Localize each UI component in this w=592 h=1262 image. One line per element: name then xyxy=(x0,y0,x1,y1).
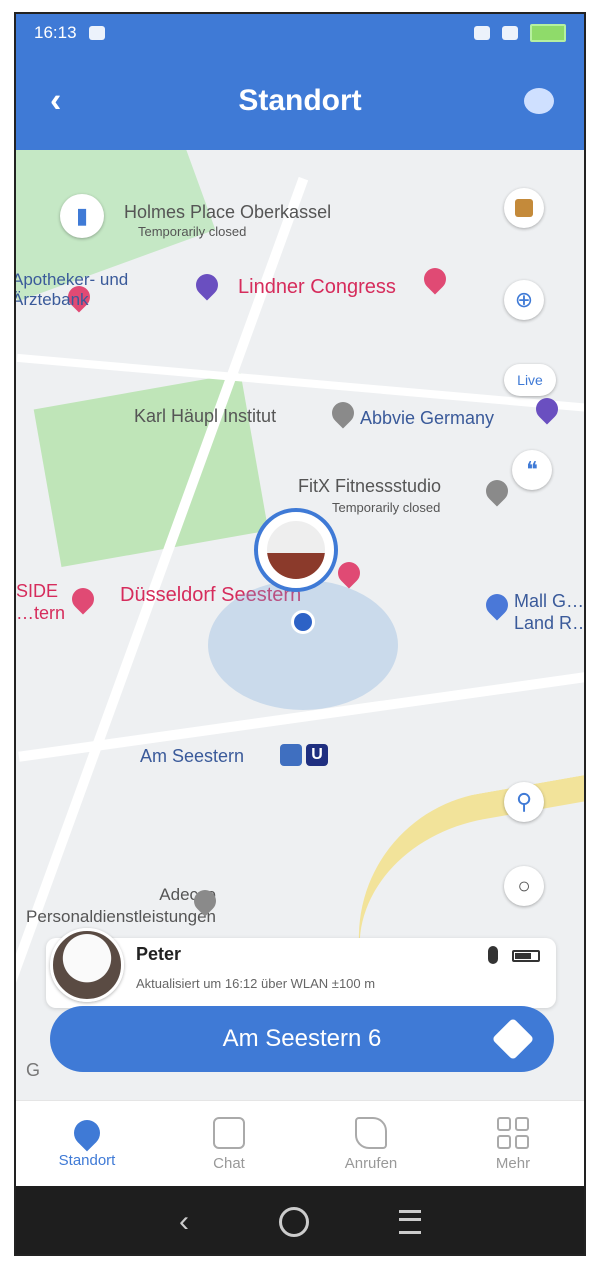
poi-pin-icon[interactable] xyxy=(481,589,513,621)
system-back-icon[interactable]: ‹ xyxy=(179,1205,189,1239)
tab-chat[interactable]: Chat xyxy=(158,1101,300,1187)
chat-icon xyxy=(213,1116,245,1149)
directions-icon[interactable] xyxy=(491,1017,535,1061)
notification-icon xyxy=(88,26,105,40)
poi-label[interactable]: Abbvie Germany xyxy=(360,408,494,429)
poi-pin-icon[interactable] xyxy=(481,475,513,507)
address-label: Am Seestern 6 xyxy=(222,1025,382,1052)
poi-label[interactable]: Lindner Congress xyxy=(238,276,396,299)
avatar xyxy=(267,521,325,579)
tab-label: Anrufen xyxy=(344,1154,398,1172)
highway xyxy=(335,763,584,963)
layers-icon[interactable] xyxy=(504,188,544,228)
signal-icon xyxy=(502,26,518,40)
google-logo: G xyxy=(26,1060,41,1080)
poi-pin-icon[interactable] xyxy=(327,397,359,429)
chat-bubble-icon[interactable] xyxy=(524,88,554,114)
poi-label[interactable]: Apotheker- und Ärztebank xyxy=(16,270,182,310)
status-bar: 16:13 xyxy=(16,14,584,52)
live-button[interactable]: Live xyxy=(504,364,556,396)
address-button[interactable]: Am Seestern 6 xyxy=(50,1006,554,1072)
status-time: 16:13 xyxy=(34,23,77,42)
tab-anrufen[interactable]: Anrufen xyxy=(300,1101,442,1187)
battery-icon xyxy=(530,24,566,42)
back-arrow-icon[interactable]: ‹ xyxy=(50,82,61,121)
system-home-icon[interactable] xyxy=(279,1207,309,1237)
place-search-icon[interactable]: ⚲ xyxy=(504,782,544,822)
person-status: Aktualisiert um 16:12 über WLAN ±100 m xyxy=(136,976,376,991)
location-pin-icon xyxy=(68,1114,106,1151)
park-area xyxy=(33,372,269,568)
poi-pin-icon[interactable] xyxy=(419,263,451,295)
microphone-icon xyxy=(488,946,498,964)
tab-label: Chat xyxy=(213,1154,245,1172)
phone-icon xyxy=(355,1116,387,1149)
poi-label[interactable]: Holmes Place Oberkassel xyxy=(124,202,331,223)
recenter-icon[interactable]: ○ xyxy=(504,866,544,906)
gym-icon[interactable]: ▮ xyxy=(60,194,104,238)
poi-sublabel: Temporarily closed xyxy=(332,500,441,515)
wifi-icon xyxy=(474,26,490,40)
poi-label[interactable]: Karl Häupl Institut xyxy=(134,406,276,427)
tab-standort[interactable]: Standort xyxy=(16,1101,158,1187)
person-name: Peter xyxy=(136,944,182,964)
poi-label[interactable]: Am Seestern xyxy=(140,746,244,767)
poi-label[interactable]: SIDE …tern xyxy=(16,580,76,624)
system-menu-icon[interactable] xyxy=(399,1210,421,1234)
phone-screen: 16:13 ‹ Standort ▮ Holmes Place Oberkass… xyxy=(14,12,586,1256)
poi-label[interactable]: Mall G… Land R… xyxy=(514,590,584,634)
bottom-navigation: Standort Chat Anrufen Mehr xyxy=(16,1100,584,1187)
tram-icon xyxy=(280,744,302,766)
system-navigation: ‹ xyxy=(16,1186,584,1254)
person-avatar[interactable] xyxy=(50,928,124,1002)
bank-pin-icon[interactable] xyxy=(191,269,223,301)
accuracy-circle xyxy=(208,580,398,710)
poi-sublabel: Temporarily closed xyxy=(138,224,247,239)
app-bar: ‹ Standort xyxy=(16,52,584,150)
footprint-icon[interactable]: ❝ xyxy=(512,450,552,490)
poi-label[interactable]: FitX Fitnessstudio xyxy=(298,476,441,497)
poi-label[interactable]: Adecco Personaldienstleistungen xyxy=(16,884,216,928)
subway-icon: U xyxy=(306,744,328,766)
person-map-marker[interactable] xyxy=(254,508,338,592)
tab-label: Standort xyxy=(58,1151,116,1169)
tab-label: Mehr xyxy=(495,1154,531,1172)
grid-icon xyxy=(497,1116,529,1149)
device-battery-icon xyxy=(512,950,540,962)
target-icon[interactable]: ⊕ xyxy=(504,280,544,320)
location-dot xyxy=(291,610,315,634)
poi-pin-icon[interactable] xyxy=(531,393,563,425)
page-title: Standort xyxy=(238,84,362,117)
tab-mehr[interactable]: Mehr xyxy=(442,1101,584,1187)
